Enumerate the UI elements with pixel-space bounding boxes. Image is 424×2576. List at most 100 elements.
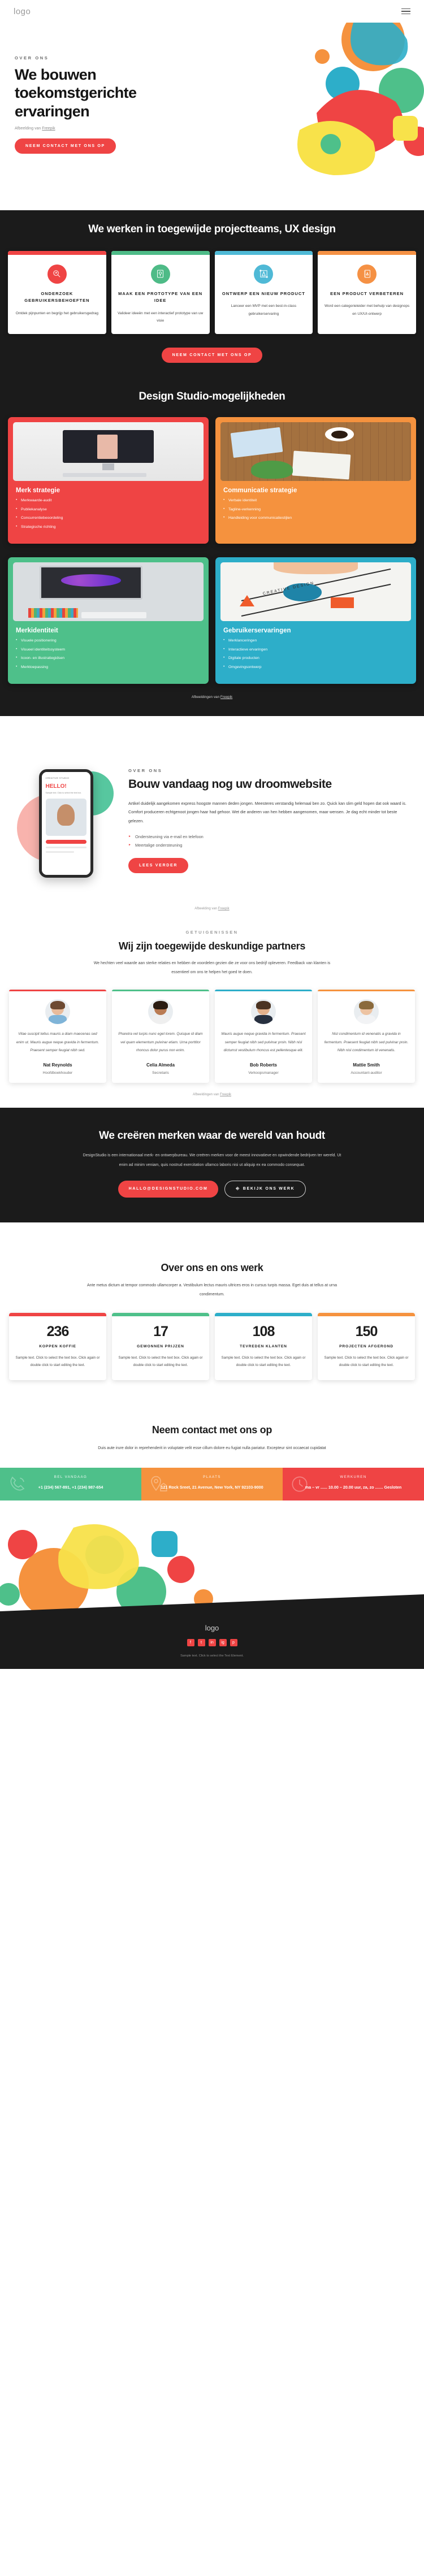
team-card[interactable]: Onderzoek gebruikersbehoeften Ontdek pij… [8, 250, 106, 334]
read-more-button[interactable]: Lees verder [128, 857, 189, 873]
design-studio-image [13, 562, 204, 621]
avatar [148, 999, 173, 1025]
team-table-image [220, 422, 411, 481]
social-links: f t in ig p [0, 1639, 424, 1647]
studio-card-title: Communicatie strategie [223, 487, 297, 494]
avatar [251, 999, 276, 1025]
card-accent-bar [214, 250, 313, 255]
contact-card-label: Werkuren [340, 1475, 367, 1479]
team-card[interactable]: Ontwerp een nieuw product Lanceer een MV… [214, 250, 313, 334]
testimonial-card[interactable]: Mauris augue neque gravida in fermentum.… [215, 990, 312, 1083]
testimonial-card[interactable]: Vitae suscipit tellus mauris a diam maec… [9, 990, 106, 1083]
brands-section: We creëren merken waar de wereld van hou… [0, 1108, 424, 1222]
facebook-icon[interactable]: f [187, 1639, 194, 1647]
studio-card-communicatie-strategie[interactable]: Communicatie strategie Verbale identitei… [215, 417, 416, 544]
phone-hello-text: HELLO! [45, 783, 67, 790]
card-accent-bar [111, 250, 210, 255]
stat-description: Sample text. Click to select the text bo… [118, 1355, 203, 1367]
hamburger-icon[interactable] [401, 8, 410, 15]
footer-logo[interactable]: logo [0, 1624, 424, 1632]
slant-divider-brands [0, 1222, 424, 1242]
studio-card-row-2: Merkidentiteit Visuele positionering Vis… [0, 557, 424, 684]
card-text: Word een categorieleider met behulp van … [325, 304, 410, 316]
card-accent-bar [318, 250, 416, 255]
view-work-button[interactable]: ⎆ Bekijk ons werk [224, 1180, 306, 1198]
list-item: Omgevingsontwerp [223, 665, 411, 670]
about-title: Bouw vandaag nog uw droomwebsite [128, 778, 332, 791]
studio-card-list: Merkwaarde-audit Publiekanalyse Concurre… [16, 498, 204, 530]
testimonials-subtitle: We hechten veel waarde aan sterke relati… [93, 961, 331, 975]
studio-card-merk-strategie[interactable]: Merk strategie Merkwaarde-audit Publieka… [8, 417, 209, 544]
freepik-link[interactable]: Freepik [42, 127, 55, 131]
list-item: Verbale identiteit [223, 498, 411, 503]
site-footer: logo f t in ig p Sample text. Click to s… [0, 1611, 424, 1669]
contact-card-hours[interactable]: Werkuren ma – vr ...... 10.00 – 20.00 uu… [283, 1467, 424, 1501]
list-item: Visueel identiteitssysteem [16, 648, 204, 652]
creative-design-image: CREATIVE DESIGN [220, 562, 411, 621]
testimonials-image-credit: Afbeeldingen van Freepik [192, 1093, 232, 1097]
studio-card-gebruikerservaringen[interactable]: CREATIVE DESIGN Gebruikerservaringen Mer… [215, 557, 416, 684]
list-item: Merktoepassing [16, 665, 204, 670]
about-content: OVER ONS Bouw vandaag nog uw droomwebsit… [128, 766, 410, 873]
instagram-icon[interactable]: ig [219, 1639, 227, 1647]
logo[interactable]: logo [14, 7, 31, 16]
slant-divider-bottom [0, 716, 424, 736]
testimonials-title: Wij zijn toegewijde deskundige partners [118, 940, 306, 952]
list-item: Meertalige ondersteuning [128, 842, 410, 850]
card-title: Onderzoek gebruikersbehoeften [24, 290, 90, 303]
freepik-link[interactable]: Freepik [220, 1093, 231, 1096]
testimonial-quote: Vitae suscipit tellus mauris a diam maec… [16, 1032, 99, 1053]
stats-section: Over ons en ons werk Ante metus dictum a… [0, 1241, 424, 1405]
teams-section: We werken in toegewijde projectteams, UX… [0, 210, 424, 380]
studio-title: Design Studio-mogelijkheden [139, 390, 285, 402]
list-item: Tagline-verkenning [223, 508, 411, 512]
stats-subtitle: Ante metus dictum at tempor commodo ulla… [87, 1283, 337, 1296]
testimonial-quote: Mauris augue neque gravida in fermentum.… [221, 1032, 306, 1053]
list-item: Digitale producten [223, 657, 411, 661]
stat-label: Tevreden klanten [240, 1344, 287, 1348]
twitter-icon[interactable]: t [197, 1639, 205, 1647]
testimonial-name: Celia Almeda [146, 1063, 175, 1068]
stat-description: Sample text. Click to select the text bo… [15, 1355, 100, 1367]
team-card[interactable]: Maak een prototype van een idee Valideer… [111, 250, 210, 334]
list-item: Strategische richting [16, 525, 204, 530]
stat-label: Koppen koffie [39, 1344, 76, 1348]
testimonial-card[interactable]: Pharetra vel turpis nunc eget lorem. Qui… [112, 990, 209, 1083]
studio-card-list: Verbale identiteit Tagline-verkenning Ha… [223, 498, 411, 521]
contact-card-phone[interactable]: Bel vandaag +1 (234) 567-891, +1 (234) 9… [0, 1467, 141, 1501]
card-accent-bar [215, 990, 312, 992]
linkedin-icon[interactable]: in [208, 1639, 216, 1647]
freepik-link[interactable]: Freepik [220, 695, 232, 699]
list-item: Publiekanalyse [16, 508, 204, 512]
stat-card: 236 Koppen koffie Sample text. Click to … [9, 1312, 106, 1380]
contact-card-location[interactable]: Plaats 121 Rock Sreet, 21 Avenue, New Yo… [141, 1467, 283, 1501]
card-title: Maak een prototype van een idee [118, 290, 203, 303]
testimonial-card-list: Vitae suscipit tellus mauris a diam maec… [0, 990, 424, 1083]
prototype-board-icon [150, 264, 170, 284]
studio-card-merkidentiteit[interactable]: Merkidentiteit Visuele positionering Vis… [8, 557, 209, 684]
contact-card-label: Plaats [203, 1475, 221, 1479]
phone-mockup: CREATIVE STUDIO HELLO! Sample text. Clic… [38, 769, 93, 878]
card-accent-bar [8, 250, 106, 255]
hero-section: OVER ONS We bouwen toekomstgerichte erva… [0, 23, 424, 192]
testimonial-card[interactable]: Nisl condimentum id venenatis a gravida … [318, 990, 415, 1083]
team-card[interactable]: Een product verbeteren Word een categori… [318, 250, 416, 334]
slant-divider-top [0, 191, 424, 211]
brands-button-group: hallo@designstudio.com ⎆ Bekijk ons werk [14, 1180, 410, 1198]
brands-title: We creëren merken waar de wereld van hou… [99, 1130, 325, 1142]
freepik-link[interactable]: Freepik [218, 907, 230, 910]
notebook-design-icon [357, 264, 377, 284]
teams-card-list: Onderzoek gebruikersbehoeften Ontdek pij… [0, 250, 424, 334]
hero-title: We bouwen toekomstgerichte ervaringen [15, 66, 137, 120]
testimonial-quote: Pharetra vel turpis nunc eget lorem. Qui… [118, 1032, 203, 1053]
studio-card-list: Visuele positionering Visueel identiteit… [16, 639, 204, 670]
contact-section: Neem contact met ons op Duis aute irure … [0, 1404, 424, 1516]
teams-contact-button[interactable]: Neem contact met ons op [161, 347, 263, 363]
hero-contact-button[interactable]: Neem contact met ons op [15, 138, 116, 154]
email-button[interactable]: hallo@designstudio.com [118, 1180, 219, 1198]
card-title: Een product verbeteren [330, 290, 404, 296]
stat-label: Gewonnen prijzen [137, 1344, 184, 1348]
pinterest-icon[interactable]: p [230, 1639, 237, 1647]
list-item: Merklanceringen [223, 639, 411, 643]
contact-card-list: Bel vandaag +1 (234) 567-891, +1 (234) 9… [0, 1467, 424, 1501]
